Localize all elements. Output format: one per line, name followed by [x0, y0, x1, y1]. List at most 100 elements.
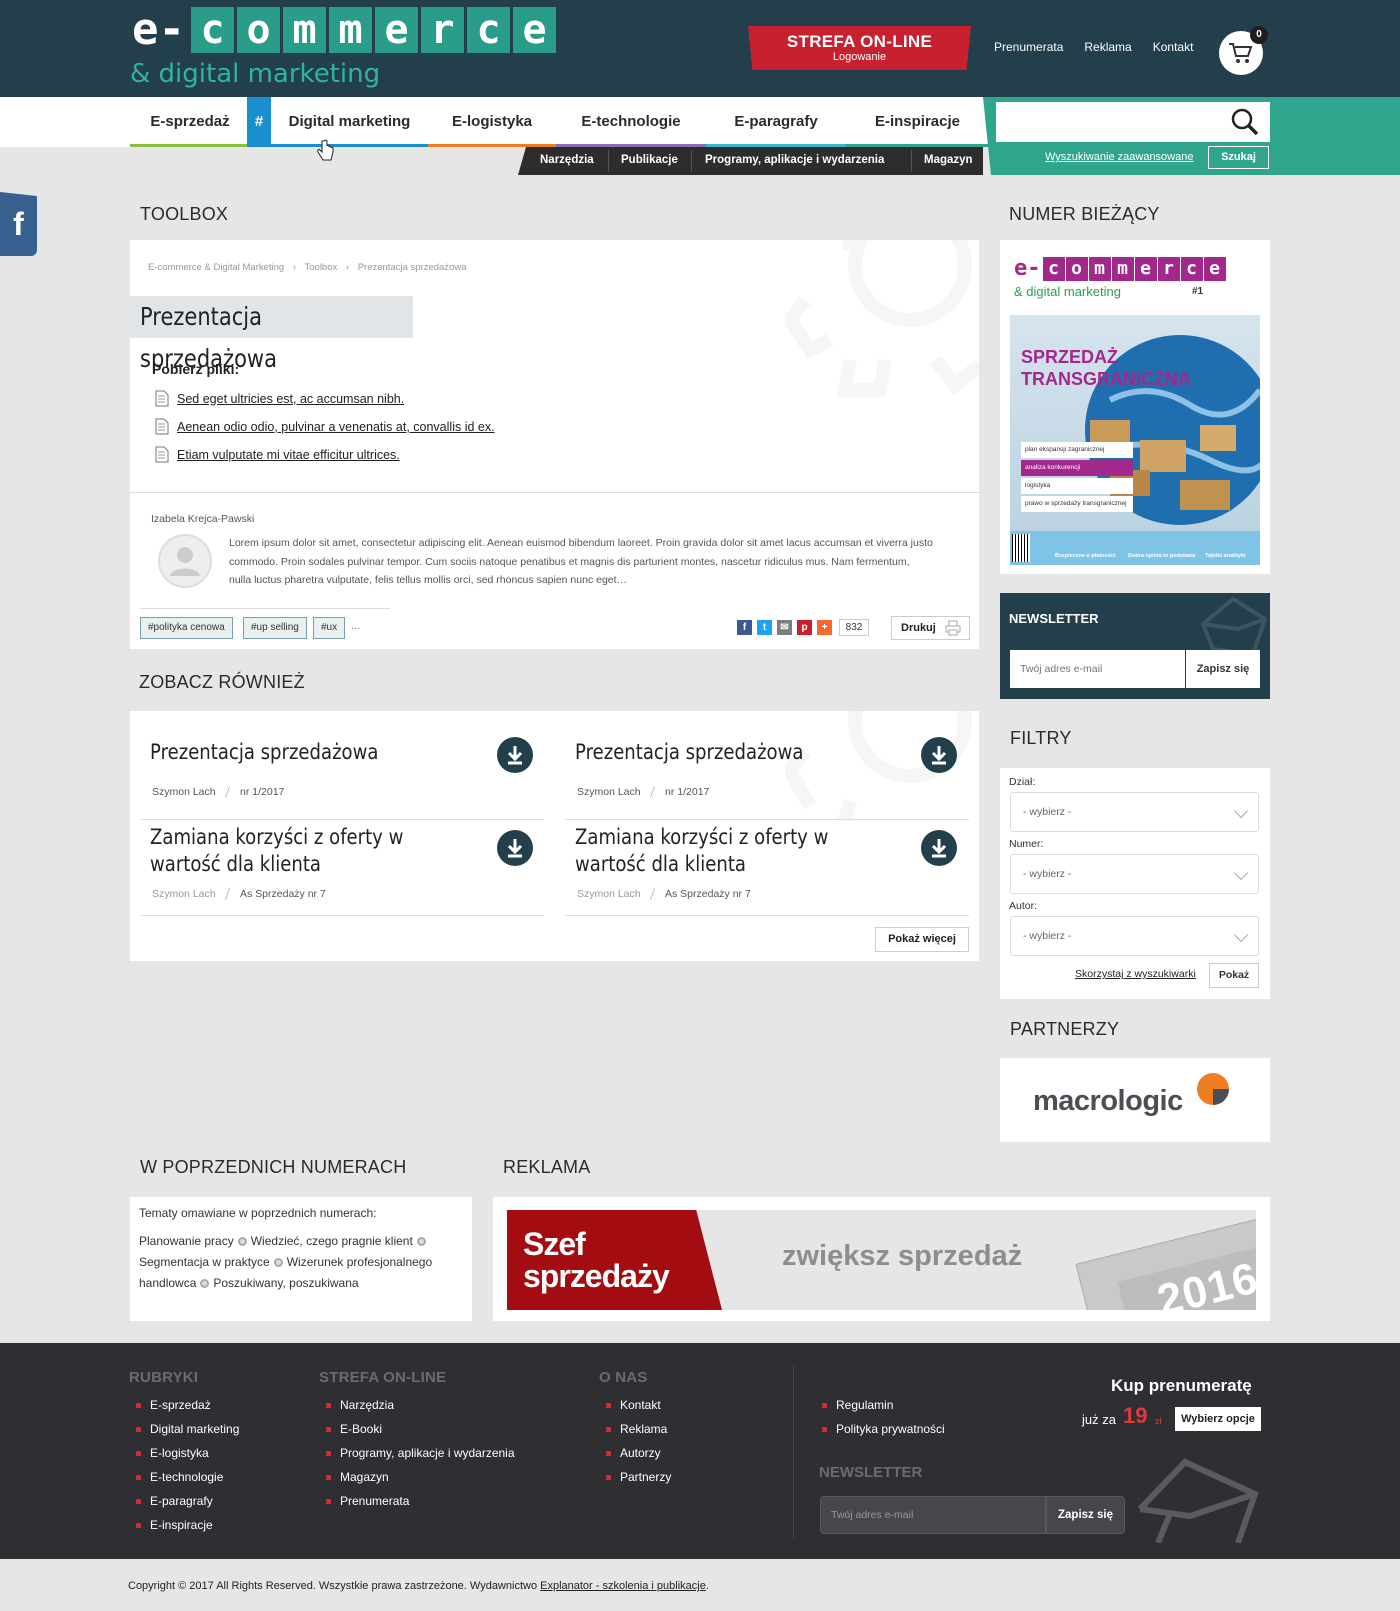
footer-heading-o-nas: O NAS — [599, 1369, 648, 1386]
download-icon[interactable] — [497, 830, 533, 866]
ad-brand-line1: Szef — [523, 1226, 586, 1262]
footer-link[interactable]: E-paragrafy — [136, 1494, 213, 1508]
footer-link[interactable]: Reklama — [605, 1422, 667, 1436]
tag[interactable]: #ux — [313, 617, 346, 639]
facebook-share-icon[interactable]: f — [737, 620, 752, 635]
subnav-programy[interactable]: Programy, aplikacje i wydarzenia — [705, 154, 884, 166]
article-issue[interactable]: nr 1/2017 — [240, 786, 284, 798]
nav-e-sprzedaz[interactable]: E-sprzedaż — [130, 97, 250, 147]
footer-link[interactable]: E-sprzedaż — [136, 1398, 211, 1412]
email-share-icon[interactable]: ✉ — [777, 620, 792, 635]
nav-e-inspiracje[interactable]: E-inspiracje — [846, 97, 989, 147]
pinterest-share-icon[interactable]: p — [797, 620, 812, 635]
filter-show-button[interactable]: Pokaż — [1209, 963, 1259, 988]
avatar — [158, 534, 212, 588]
newsletter-email-input[interactable] — [1010, 650, 1185, 688]
footer-link[interactable]: Magazyn — [326, 1470, 389, 1484]
article-title[interactable]: Zamiana korzyści z oferty w wartość dla … — [150, 824, 480, 878]
nav-e-technologie[interactable]: E-technologie — [556, 97, 706, 147]
advanced-search-link[interactable]: Wyszukiwanie zaawansowane — [1045, 151, 1193, 163]
search-icon[interactable] — [1230, 107, 1260, 137]
nav-e-paragrafy[interactable]: E-paragrafy — [706, 97, 846, 147]
site-logo[interactable]: e- c o m m e r c e — [132, 6, 559, 54]
footer-newsletter-input[interactable]: Twój adres e-mail — [820, 1496, 1046, 1534]
footer-link[interactable]: Digital marketing — [135, 1422, 239, 1436]
plus-share-icon[interactable]: + — [817, 620, 832, 635]
footer-link[interactable]: Prenumerata — [325, 1494, 409, 1508]
article-author[interactable]: Szymon Lach — [577, 786, 641, 798]
article-issue[interactable]: nr 1/2017 — [665, 786, 709, 798]
search-button[interactable]: Szukaj — [1208, 146, 1269, 169]
show-more-button[interactable]: Pokaż więcej — [875, 927, 969, 952]
nav-digital-marketing[interactable]: Digital marketing — [271, 97, 428, 147]
use-search-link[interactable]: Skorzystaj z wyszukiwarki — [1075, 968, 1196, 980]
footer-link-regulamin[interactable]: Regulamin — [821, 1398, 893, 1412]
tag[interactable]: #up selling — [243, 617, 307, 639]
subnav-magazyn[interactable]: Magazyn — [924, 154, 973, 166]
author-name[interactable]: Izabela Krejca-Pawski — [151, 513, 254, 525]
footer-link[interactable]: E-technologie — [135, 1470, 223, 1484]
footer-link[interactable]: E-inspiracje — [136, 1518, 213, 1532]
article-author[interactable]: Szymon Lach — [152, 786, 216, 798]
filter-author-select[interactable]: - wybierz - — [1010, 916, 1259, 956]
download-icon[interactable] — [921, 830, 957, 866]
file-item[interactable]: Etiam vulputate mi vitae efficitur ultri… — [155, 446, 400, 463]
filter-section-select[interactable]: - wybierz - — [1010, 792, 1259, 832]
newsletter-subscribe-button[interactable]: Zapisz się — [1186, 650, 1260, 688]
footer-link[interactable]: E-logistyka — [136, 1446, 209, 1460]
footer-link[interactable]: Partnerzy — [605, 1470, 671, 1484]
file-link[interactable]: Etiam vulputate mi vitae efficitur ultri… — [177, 448, 400, 462]
article-author[interactable]: Szymon Lach — [152, 888, 216, 900]
footer-link[interactable]: Programy, aplikacje i wydarzenia — [326, 1446, 515, 1460]
strefa-online-button[interactable]: STREFA ON-LINE Logowanie — [748, 26, 971, 70]
link-reklama[interactable]: Reklama — [1084, 40, 1131, 54]
download-icon[interactable] — [921, 737, 957, 773]
file-item[interactable]: Aenean odio odio, pulvinar a venenatis a… — [155, 418, 495, 435]
footer-link[interactable]: E-Booki — [325, 1422, 382, 1436]
publisher-link[interactable]: Explanator - szkolenia i publikacje — [540, 1580, 706, 1592]
ad-banner[interactable]: Szef sprzedaży zwiększ sprzedaż 2016 — [507, 1210, 1256, 1310]
file-item[interactable]: Sed eget ultricies est, ac accumsan nibh… — [155, 390, 404, 407]
article-title[interactable]: Prezentacja sprzedażowa — [575, 739, 895, 766]
footer-link-privacy[interactable]: Polityka prywatności — [822, 1422, 945, 1436]
facebook-icon[interactable]: f — [0, 192, 37, 256]
subnav-narzedzia[interactable]: Narzędzia — [540, 154, 594, 166]
download-icon[interactable] — [497, 737, 533, 773]
breadcrumb-home[interactable]: E-commerce & Digital Marketing — [148, 262, 284, 273]
article-title-text: Zamiana korzyści z oferty w wartość dla … — [575, 825, 829, 876]
divider — [130, 492, 979, 493]
filter-number-select[interactable]: - wybierz - — [1010, 854, 1259, 894]
tag[interactable]: #polityka cenowa — [140, 617, 233, 639]
topic-link[interactable]: Wiedzieć, czego pragnie klient — [251, 1234, 413, 1248]
footer-newsletter-button[interactable]: Zapisz się — [1046, 1496, 1125, 1534]
tags-more[interactable]: ... — [351, 620, 360, 632]
file-link[interactable]: Sed eget ultricies est, ac accumsan nibh… — [177, 392, 404, 406]
nav-e-logistyka[interactable]: E-logistyka — [428, 97, 556, 147]
twitter-share-icon[interactable]: t — [757, 620, 772, 635]
footer-link[interactable]: Kontakt — [606, 1398, 661, 1412]
choose-options-button[interactable]: Wybierz opcje — [1175, 1407, 1261, 1431]
bullet-icon — [416, 1237, 426, 1246]
divider — [140, 608, 390, 609]
article-title[interactable]: Prezentacja sprzedażowa — [150, 739, 470, 766]
print-button[interactable]: Drukuj — [891, 616, 970, 640]
article-issue[interactable]: As Sprzedaży nr 7 — [240, 888, 326, 900]
link-prenumerata[interactable]: Prenumerata — [994, 40, 1063, 54]
article-title[interactable]: Zamiana korzyści z oferty w wartość dla … — [575, 824, 905, 878]
topic-link[interactable]: Planowanie pracy — [139, 1234, 234, 1248]
file-link[interactable]: Aenean odio odio, pulvinar a venenatis a… — [177, 420, 495, 434]
topic-link[interactable]: Segmentacja w praktyce — [139, 1255, 270, 1269]
cover-footer-item: Bezpieczne e-płatności — [1055, 553, 1116, 559]
breadcrumb-toolbox[interactable]: Toolbox — [305, 262, 338, 273]
link-kontakt[interactable]: Kontakt — [1153, 40, 1194, 54]
search-input[interactable] — [996, 102, 1226, 142]
article-issue[interactable]: As Sprzedaży nr 7 — [665, 888, 751, 900]
magazine-cover[interactable]: e- c o m m e r c e & digital marketing #… — [1010, 250, 1260, 565]
footer-link[interactable]: Autorzy — [606, 1446, 661, 1460]
cover-logo-tile: c — [1180, 256, 1203, 281]
partner-logo[interactable]: macrologic — [1033, 1085, 1183, 1118]
footer-link[interactable]: Narzędzia — [325, 1398, 394, 1412]
topic-link[interactable]: Poszukiwany, poszukiwana — [213, 1276, 358, 1290]
subnav-publikacje[interactable]: Publikacje — [621, 154, 678, 166]
article-author[interactable]: Szymon Lach — [577, 888, 641, 900]
